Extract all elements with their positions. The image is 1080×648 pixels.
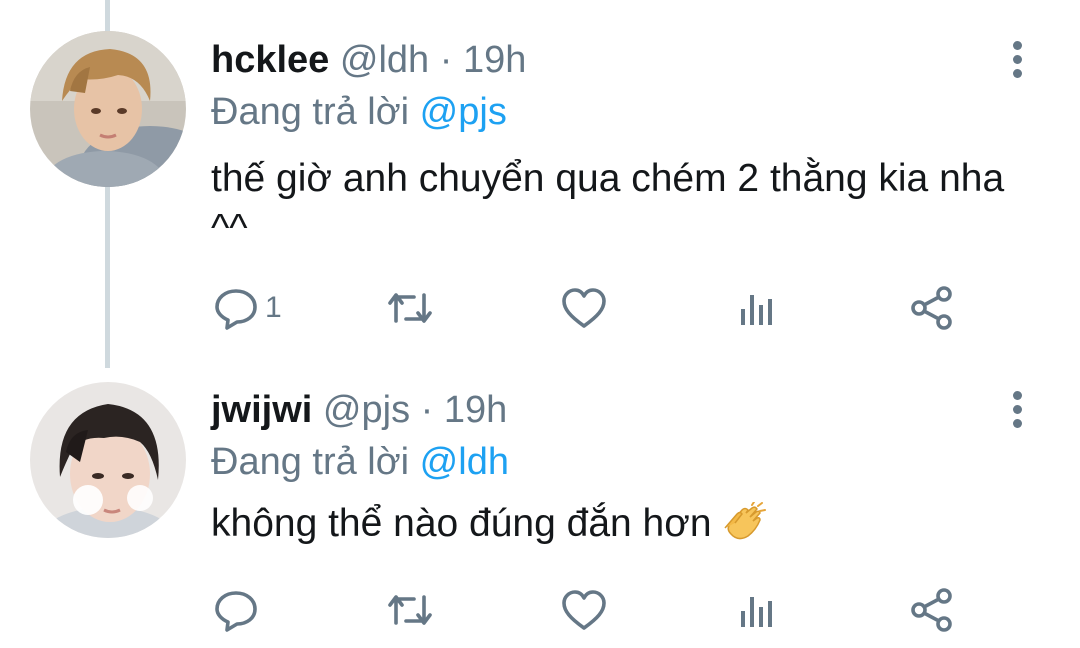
analytics-button[interactable]: [737, 283, 777, 333]
analytics-button[interactable]: [737, 585, 777, 635]
meta-separator: ·: [420, 389, 434, 431]
retweet-button[interactable]: [384, 585, 442, 635]
share-button[interactable]: [908, 283, 956, 333]
tweet-text: không thể nào đúng đắn hơn: [211, 502, 712, 545]
share-icon: [908, 587, 956, 633]
reply-icon: [213, 285, 259, 331]
display-name[interactable]: jwijwi: [211, 389, 312, 431]
tweet-actions: [0, 585, 1080, 635]
tweet-header: hcklee @ldh · 19h: [211, 37, 526, 83]
tweet[interactable]: jwijwi @pjs · 19h Đang trả lời @ldh khôn…: [0, 360, 1080, 648]
more-options-button[interactable]: [1000, 384, 1034, 434]
avatar[interactable]: [30, 31, 186, 187]
heart-icon: [560, 285, 608, 331]
reply-count: 1: [265, 291, 282, 324]
replying-to-label: Đang trả lời: [211, 91, 410, 133]
like-button[interactable]: [560, 585, 614, 635]
tweet-actions: 1: [0, 283, 1080, 333]
tweet-text: thế giờ anh chuyển qua chém 2 thằng kia …: [211, 157, 1005, 250]
retweet-button[interactable]: [384, 283, 442, 333]
reply-button[interactable]: [213, 585, 265, 635]
replying-to: Đang trả lời @pjs: [211, 89, 507, 135]
retweet-icon: [384, 587, 436, 633]
tweet-header: jwijwi @pjs · 19h: [211, 387, 507, 433]
more-vertical-icon: [1012, 390, 1022, 428]
display-name[interactable]: hcklee: [211, 39, 329, 81]
timestamp[interactable]: 19h: [444, 389, 507, 431]
reply-mention-link[interactable]: @ldh: [420, 441, 509, 483]
share-icon: [908, 285, 956, 331]
reply-icon: [213, 587, 259, 633]
heart-icon: [560, 587, 608, 633]
replying-to: Đang trả lời @ldh: [211, 439, 509, 485]
tweet-text-container: không thể nào đúng đắn hơn: [211, 499, 1011, 555]
share-button[interactable]: [908, 585, 956, 635]
user-handle[interactable]: @ldh: [340, 39, 429, 81]
replying-to-label: Đang trả lời: [211, 441, 410, 483]
retweet-icon: [384, 285, 436, 331]
more-options-button[interactable]: [1000, 34, 1034, 84]
avatar[interactable]: [30, 382, 186, 538]
like-button[interactable]: [560, 283, 614, 333]
tweet[interactable]: hcklee @ldh · 19h Đang trả lời @pjs thế …: [0, 0, 1080, 360]
meta-separator: ·: [439, 39, 453, 81]
analytics-icon: [737, 587, 777, 633]
analytics-icon: [737, 285, 777, 331]
more-vertical-icon: [1012, 40, 1022, 78]
timestamp[interactable]: 19h: [463, 39, 526, 81]
reply-button[interactable]: 1: [213, 283, 282, 333]
clapping-hands-emoji-icon: [722, 501, 766, 555]
user-handle[interactable]: @pjs: [323, 389, 410, 431]
reply-mention-link[interactable]: @pjs: [420, 91, 507, 133]
